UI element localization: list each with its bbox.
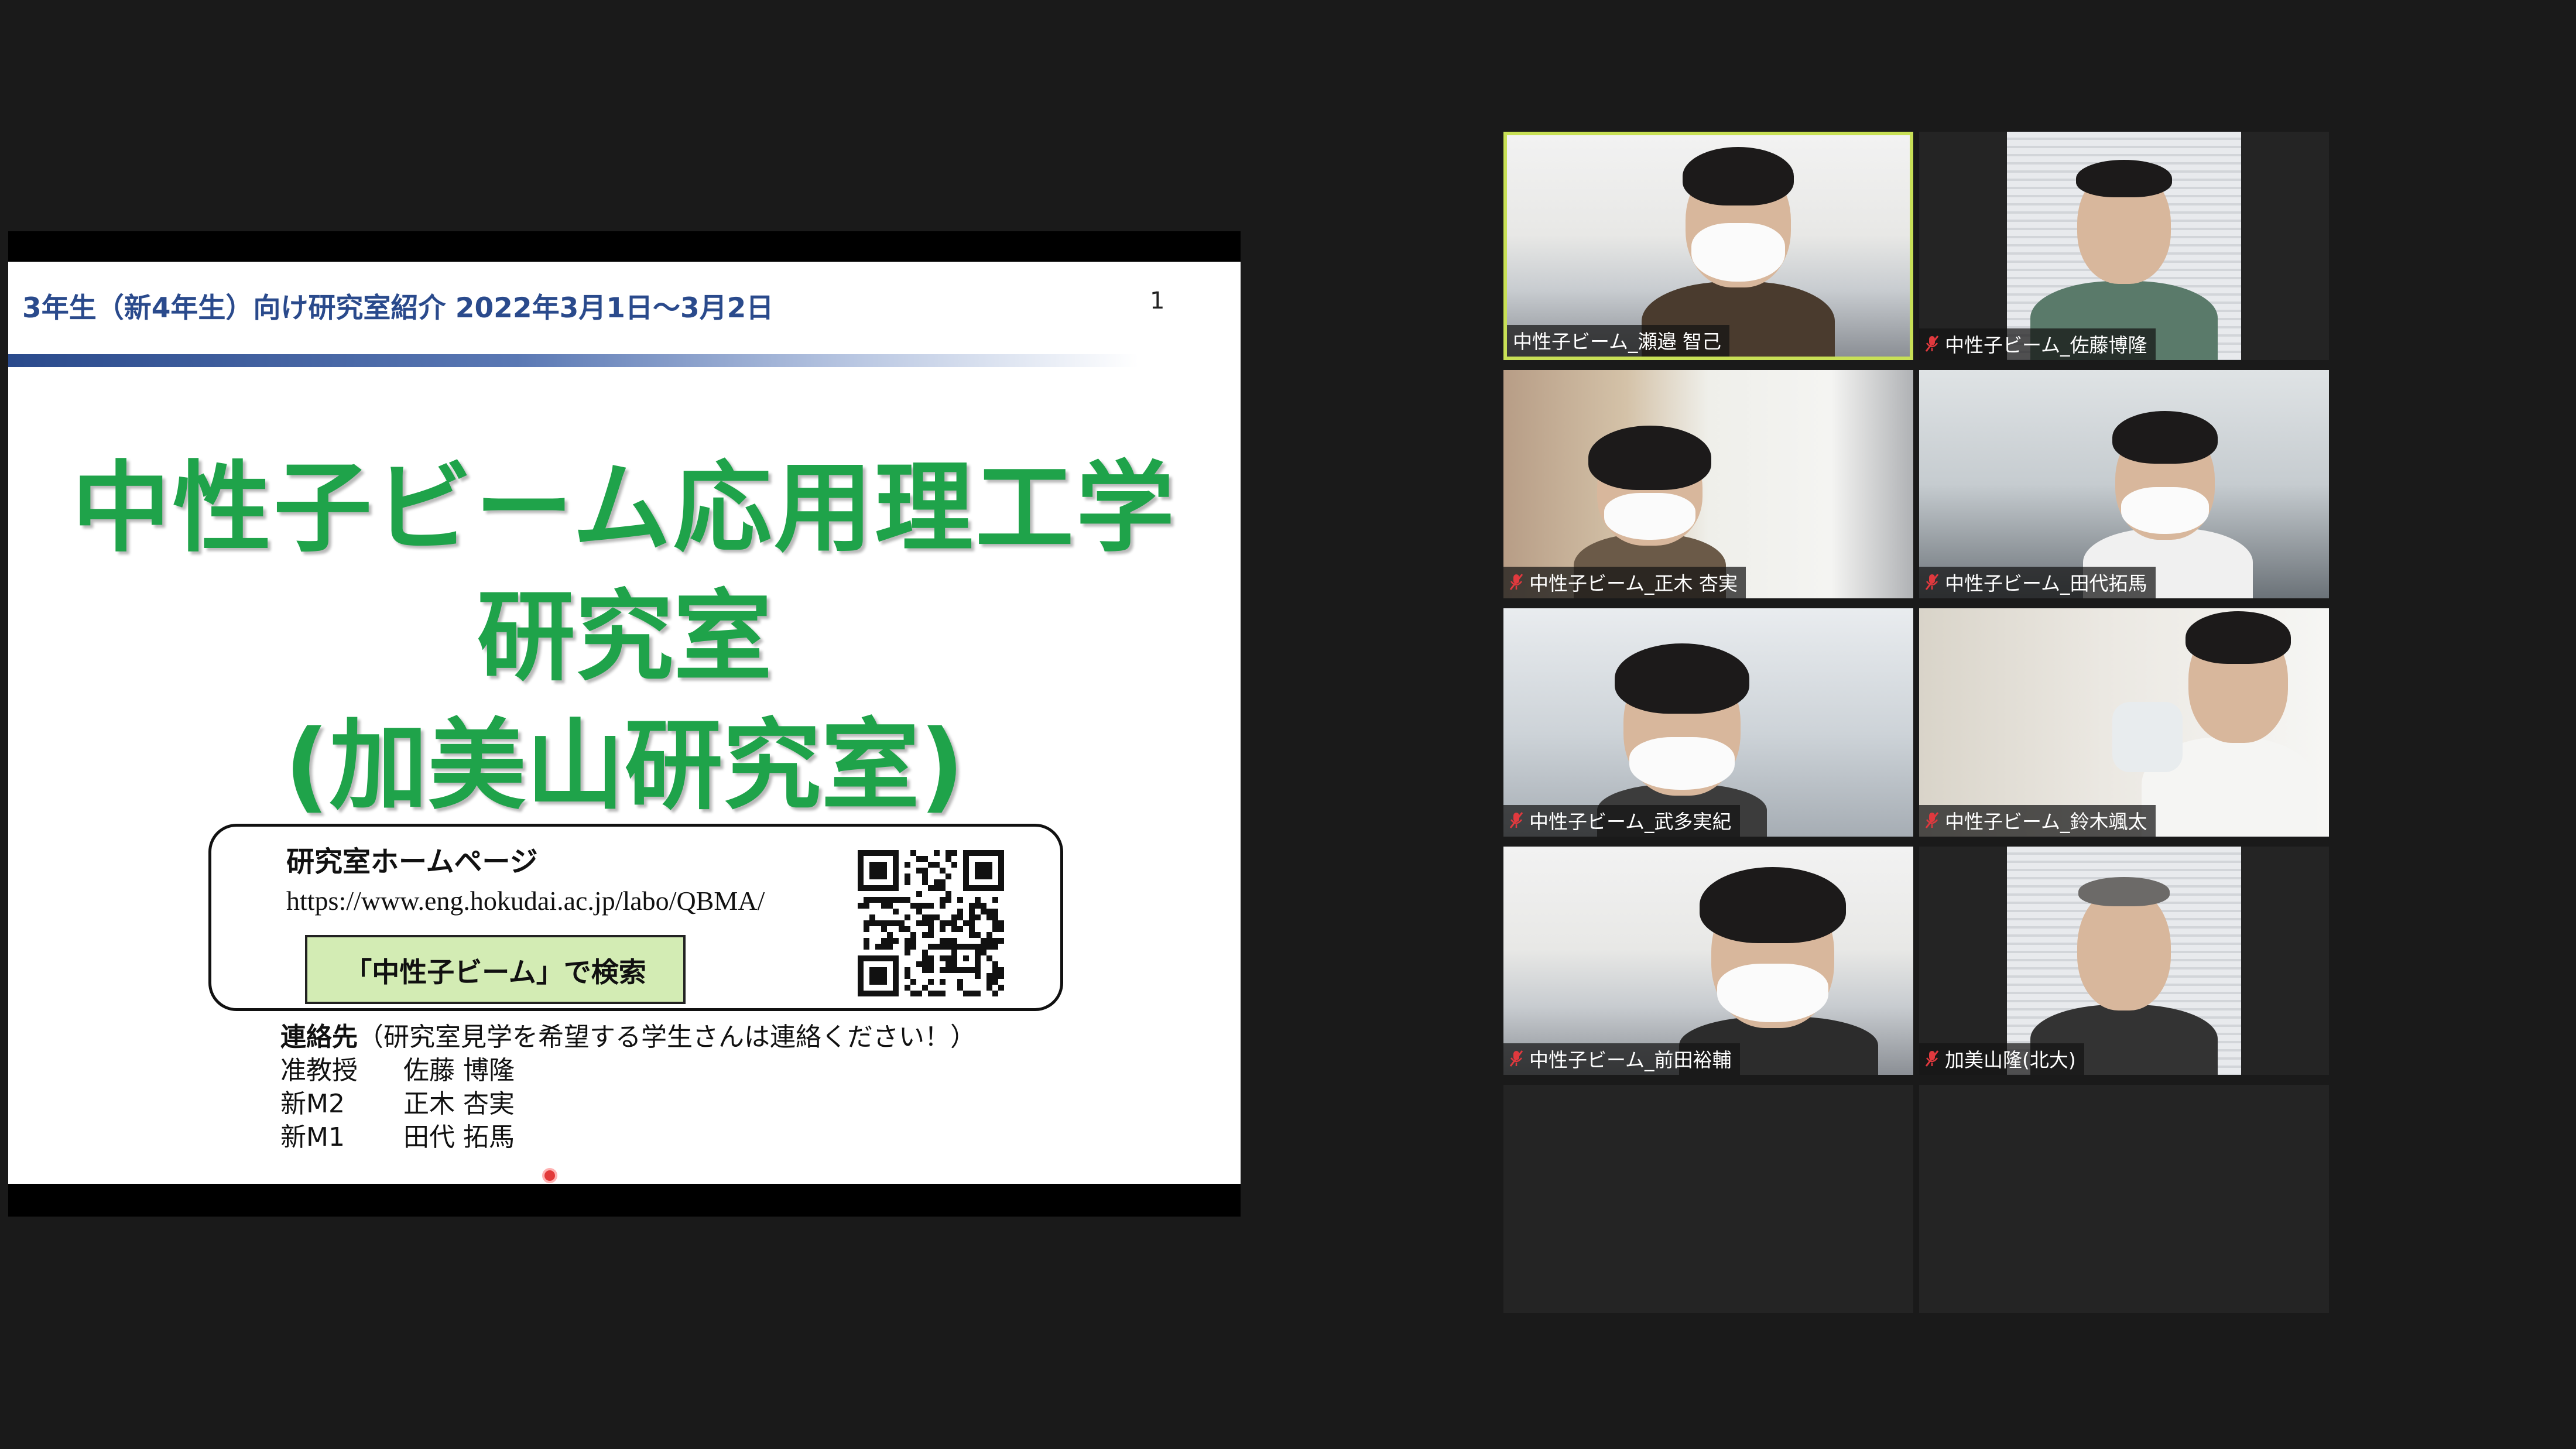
homepage-box: 研究室ホームページ https://www.eng.hokudai.ac.jp/… xyxy=(208,824,1063,1011)
participant-video xyxy=(1503,847,1913,1075)
search-hint-chip: 「中性子ビーム」で検索 xyxy=(305,935,686,1004)
slide-title-line-1: 中性子ビーム応用理工学 xyxy=(72,451,1177,566)
mic-muted-icon xyxy=(1509,573,1523,591)
participant-video xyxy=(2007,847,2241,1075)
empty-tile xyxy=(1919,1085,2329,1313)
participant-name-label: 中性子ビーム_佐藤博隆 xyxy=(1919,328,2156,360)
participant-video xyxy=(1919,608,2329,837)
contact-name: 佐藤 博隆 xyxy=(403,1056,515,1085)
face-mask xyxy=(1691,223,1785,282)
slide-title-line-2: 研究室 xyxy=(477,580,772,694)
contact-heading-label: 連絡先 xyxy=(280,1022,358,1052)
person-hair xyxy=(1615,643,1749,714)
participant-name-label: 中性子ビーム_武多実紀 xyxy=(1503,805,1740,837)
participant-tile[interactable]: 中性子ビーム_前田裕輔 xyxy=(1503,847,1913,1075)
homepage-label: 研究室ホームページ xyxy=(286,845,538,878)
mic-muted-icon xyxy=(1509,1050,1523,1067)
participant-video xyxy=(2007,132,2241,360)
face-mask xyxy=(1629,737,1735,790)
contact-heading: 連絡先（研究室見学を希望する学生さんは連絡ください！） xyxy=(280,1016,976,1053)
contact-role: 新M2 xyxy=(280,1089,345,1119)
participant-tile[interactable]: 中性子ビーム_正木 杏実 xyxy=(1503,370,1913,598)
participant-video xyxy=(1507,135,1910,357)
contact-row: 新M1 田代 拓馬 xyxy=(280,1116,515,1153)
mic-muted-icon xyxy=(1925,573,1939,591)
contact-name: 正木 杏実 xyxy=(403,1089,515,1119)
participant-tile[interactable]: 中性子ビーム_瀬邉 智己 xyxy=(1503,132,1913,360)
participant-name-label: 中性子ビーム_正木 杏実 xyxy=(1503,567,1746,598)
slide-title-line-3: (加美山研究室) xyxy=(284,708,965,823)
participant-tile[interactable]: 加美山隆(北大) xyxy=(1919,847,2329,1075)
face-mask xyxy=(1604,493,1695,540)
contact-role: 准教授 xyxy=(280,1056,358,1085)
participant-video xyxy=(1503,370,1913,598)
mic-muted-icon xyxy=(1925,811,1939,829)
person-hair xyxy=(1588,426,1711,490)
presentation-slide: 3年生（新4年生）向け研究室紹介 2022年3月1日～3月2日 1 中性子ビーム… xyxy=(8,262,1241,1184)
person-hair xyxy=(2112,411,2218,464)
laser-pointer-icon xyxy=(542,1168,557,1183)
participant-tile[interactable]: 中性子ビーム_佐藤博隆 xyxy=(1919,132,2329,360)
homepage-url: https://www.eng.hokudai.ac.jp/labo/QBMA/ xyxy=(286,886,765,916)
participant-name-label: 加美山隆(北大) xyxy=(1919,1043,2084,1075)
contact-row: 新M2 正木 杏実 xyxy=(280,1083,515,1120)
contact-name: 田代 拓馬 xyxy=(403,1122,515,1152)
participant-tile[interactable]: 中性子ビーム_武多実紀 xyxy=(1503,608,1913,837)
participant-name-label: 中性子ビーム_前田裕輔 xyxy=(1503,1043,1740,1075)
participant-name-label: 中性子ビーム_鈴木颯太 xyxy=(1919,805,2156,837)
slide-page-number: 1 xyxy=(1150,287,1165,314)
participant-video xyxy=(1919,370,2329,598)
meeting-window: 3年生（新4年生）向け研究室紹介 2022年3月1日～3月2日 1 中性子ビーム… xyxy=(0,0,2576,1449)
contact-row: 准教授 佐藤 博隆 xyxy=(280,1049,515,1087)
person-hair xyxy=(1700,867,1846,943)
participant-tile[interactable]: 中性子ビーム_田代拓馬 xyxy=(1919,370,2329,598)
person-hair xyxy=(2076,160,2172,197)
mic-muted-icon xyxy=(1509,811,1523,829)
mic-muted-icon xyxy=(1925,1050,1939,1067)
person-hair xyxy=(1683,147,1794,205)
empty-tile xyxy=(1503,1085,1913,1313)
face-mask xyxy=(1717,964,1828,1022)
person-hair xyxy=(2078,877,2170,906)
bottle xyxy=(2112,702,2183,772)
shared-screen[interactable]: 3年生（新4年生）向け研究室紹介 2022年3月1日～3月2日 1 中性子ビーム… xyxy=(8,231,1241,1217)
qr-code-icon xyxy=(858,850,1004,996)
person-hair xyxy=(2186,611,2291,664)
slide-header-rule xyxy=(8,354,1138,367)
contact-role: 新M1 xyxy=(280,1122,345,1152)
participant-tile[interactable]: 中性子ビーム_鈴木颯太 xyxy=(1919,608,2329,837)
mic-muted-icon xyxy=(1925,335,1939,352)
contact-note: （研究室見学を希望する学生さんは連絡ください！） xyxy=(358,1022,976,1052)
participant-name-label: 中性子ビーム_田代拓馬 xyxy=(1919,567,2156,598)
participant-video xyxy=(1503,608,1913,837)
slide-header: 3年生（新4年生）向け研究室紹介 2022年3月1日～3月2日 xyxy=(22,292,774,324)
participant-name-label: 中性子ビーム_瀬邉 智己 xyxy=(1507,325,1729,357)
participant-gallery: 中性子ビーム_瀬邉 智己 中性子ビーム_佐藤博隆 中性子ビーム_正木 杏実 中性… xyxy=(1503,132,2329,1314)
face-mask xyxy=(2121,487,2209,534)
